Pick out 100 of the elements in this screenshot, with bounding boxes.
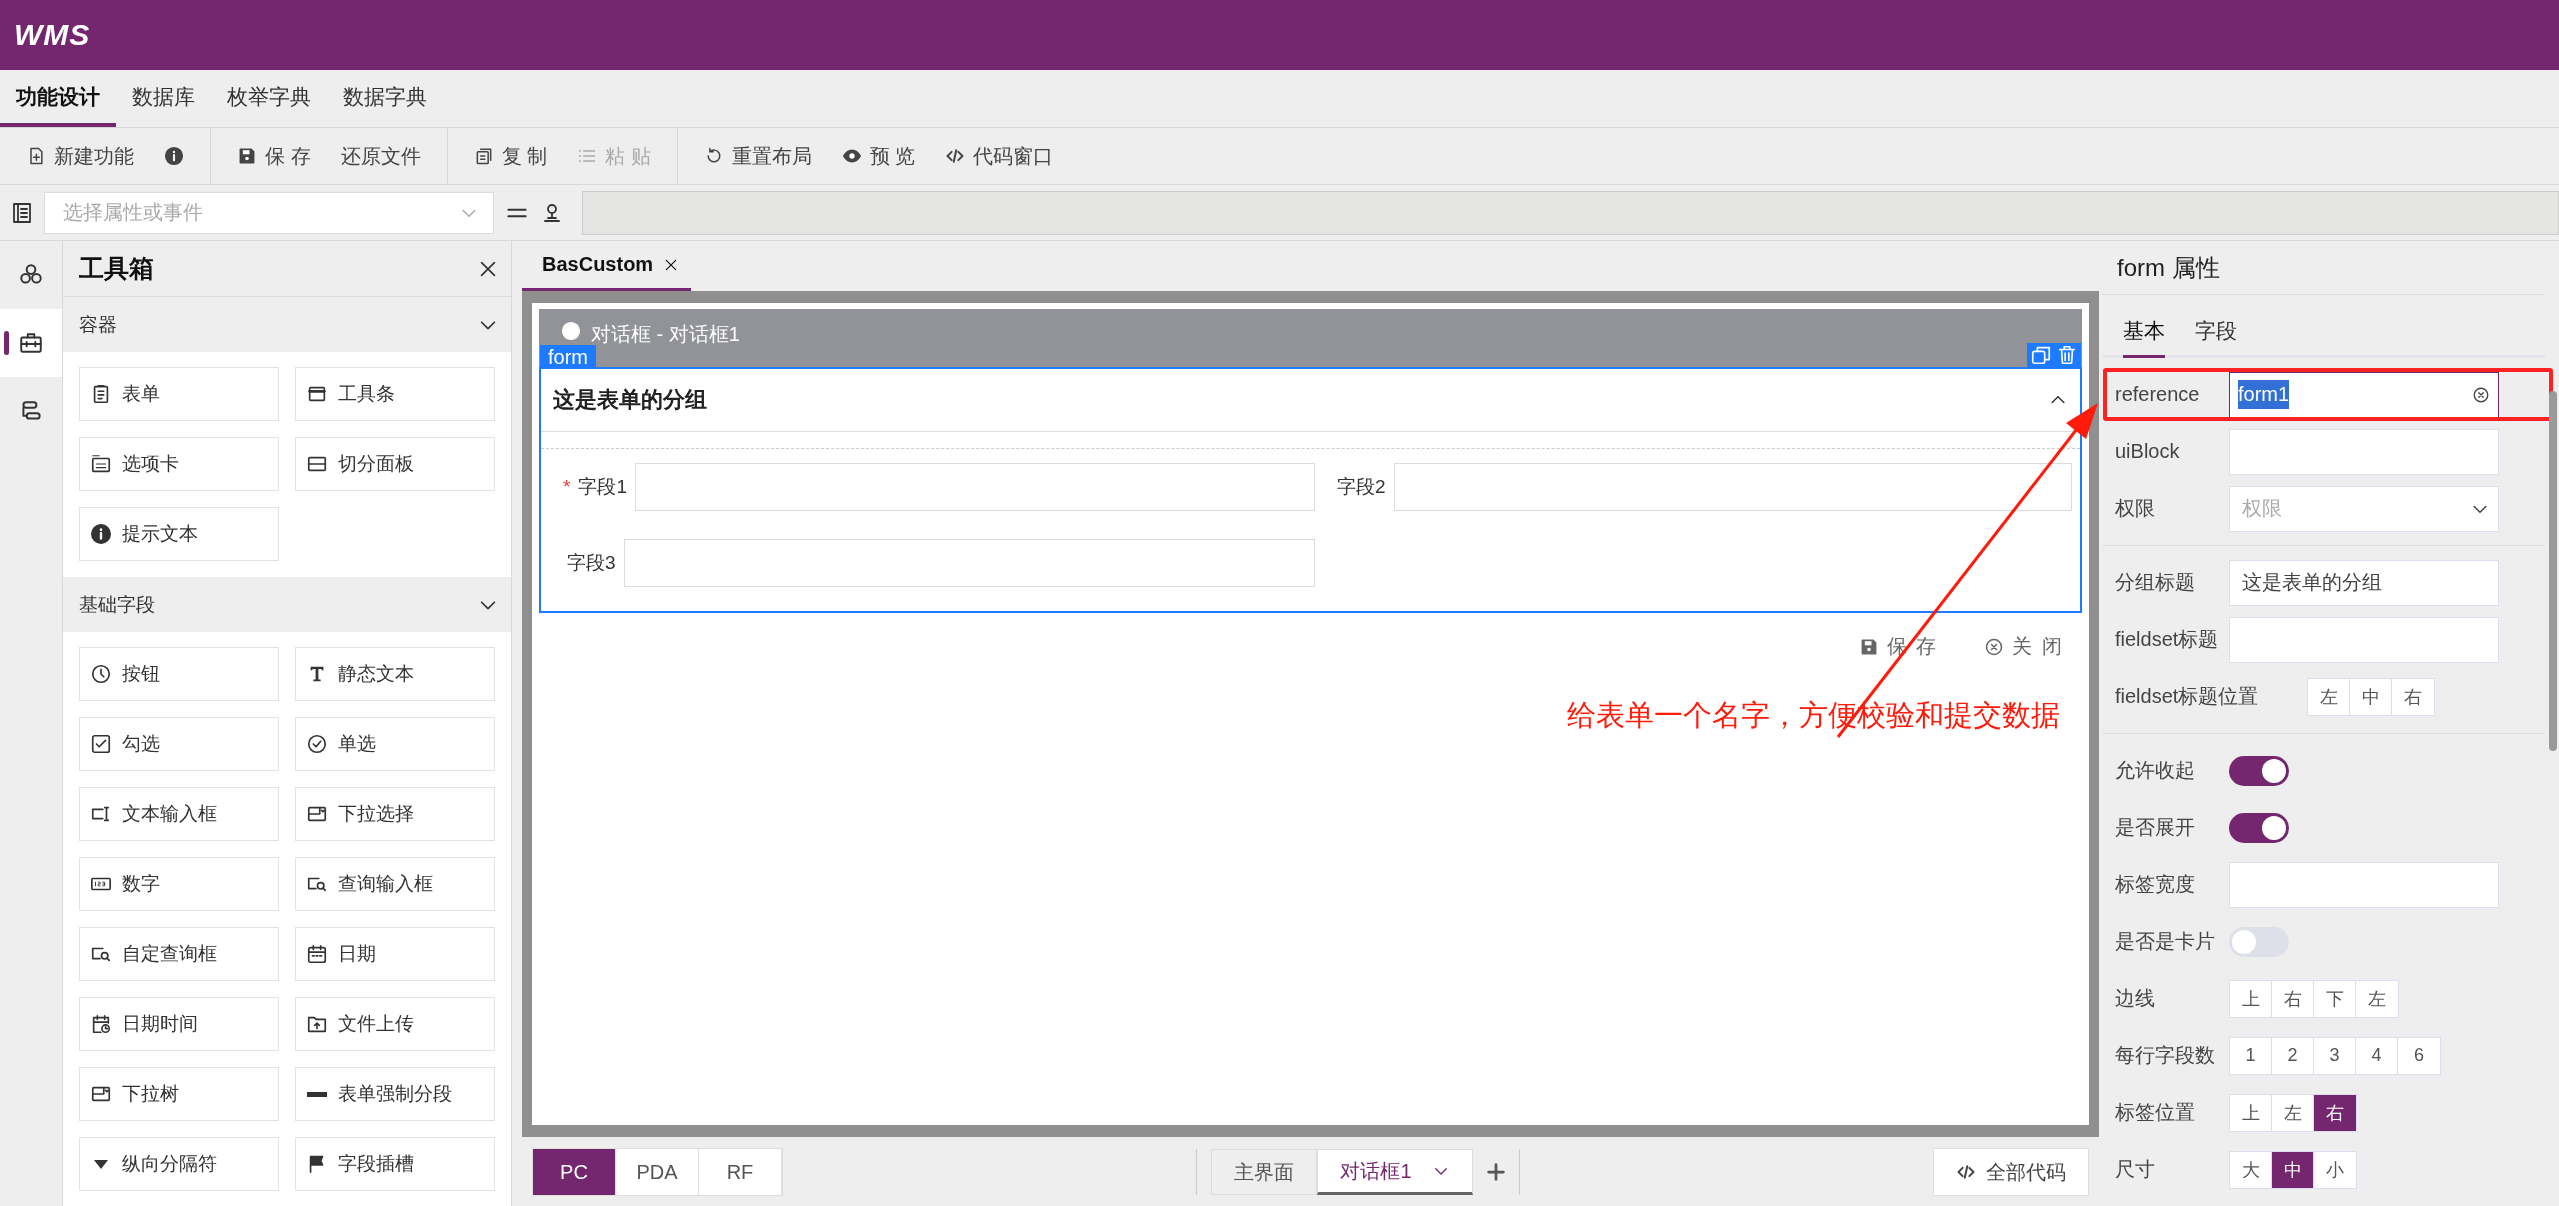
page-tab[interactable]: 对话框1: [1317, 1149, 1473, 1195]
toolbar-button[interactable]: 新建功能: [14, 136, 146, 176]
toolbox-item[interactable]: 数字: [79, 857, 279, 911]
toolbar-button[interactable]: 复 制: [461, 136, 560, 176]
platform-tab[interactable]: PDA: [616, 1149, 699, 1195]
toolbox-item[interactable]: 工具条: [295, 367, 495, 421]
annotation-text: 给表单一个名字，方便校验和提交数据: [1567, 698, 2060, 733]
menu-tab[interactable]: 数据库: [116, 70, 211, 127]
caret-down-icon: [94, 1159, 108, 1169]
input-field[interactable]: [1393, 463, 2072, 511]
scrollbar[interactable]: [2549, 391, 2557, 751]
segment-option[interactable]: 4: [2356, 1037, 2398, 1074]
segment-option[interactable]: 右: [2392, 678, 2434, 715]
input-field[interactable]: [635, 463, 1315, 511]
toolbox-item[interactable]: 提示文本: [79, 507, 279, 561]
dialog-title: 对话框 - 对话框1: [591, 322, 740, 347]
toolbox-item[interactable]: 字段插槽: [295, 1137, 495, 1191]
segment-option[interactable]: 右: [2314, 1094, 2356, 1131]
input-field[interactable]: [2229, 616, 2499, 663]
close-circle-icon: [1984, 636, 2005, 657]
toggle-switch[interactable]: [2229, 926, 2289, 957]
toolbar-button[interactable]: 还原文件: [328, 136, 433, 176]
calendar-clock-icon: [90, 1013, 112, 1035]
all-code-button[interactable]: 全部代码: [1933, 1148, 2089, 1196]
platform-tab[interactable]: PC: [533, 1149, 616, 1195]
form-container[interactable]: 这是表单的分组 * 字段1 字段2 字段3: [539, 367, 2082, 613]
toolbox-item[interactable]: 自定查询框: [79, 927, 279, 981]
segment-option[interactable]: 上: [2230, 980, 2272, 1017]
platform-tab[interactable]: RF: [699, 1149, 782, 1195]
page-tab[interactable]: 主界面: [1211, 1149, 1318, 1195]
panel-title: form 属性: [2117, 252, 2220, 283]
toolbox-item[interactable]: 下拉选择: [295, 787, 495, 841]
form-badge: form: [540, 345, 596, 369]
toolbar-button[interactable]: 保 存: [225, 136, 323, 176]
input-field[interactable]: 这是表单的分组: [2229, 559, 2499, 606]
toolbox-item[interactable]: 静态文本: [295, 647, 495, 701]
segment-option[interactable]: 中: [2350, 678, 2392, 715]
menu-tab[interactable]: 功能设计: [0, 70, 116, 127]
toolbox-item[interactable]: 日期: [295, 927, 495, 981]
code-icon: [1956, 1162, 1976, 1182]
toolbox-item[interactable]: 文本输入框: [79, 787, 279, 841]
toggle-switch[interactable]: [2229, 812, 2289, 843]
input-field[interactable]: [2229, 428, 2499, 475]
toolbox-item[interactable]: 文件上传: [295, 997, 495, 1051]
dialog-button[interactable]: 保 存: [1858, 633, 1939, 660]
property-label: 分组标题: [2115, 570, 2196, 595]
property-label: 是否展开: [2115, 815, 2196, 840]
menu-tab[interactable]: 枚举字典: [211, 70, 327, 127]
property-label: 边线: [2115, 986, 2156, 1011]
segment-option[interactable]: 中: [2272, 1151, 2314, 1188]
segment-option[interactable]: 左: [2356, 980, 2398, 1017]
toolbox-item[interactable]: 表单: [79, 367, 279, 421]
toolbox-item[interactable]: 表单强制分段: [295, 1067, 495, 1121]
menu-tab[interactable]: 数据字典: [327, 70, 443, 127]
segment-option[interactable]: 上: [2230, 1094, 2272, 1131]
toolbar-button[interactable]: 重置布局: [691, 136, 824, 176]
toolbox-item[interactable]: 单选: [295, 717, 495, 771]
notebook-icon: [10, 200, 34, 225]
segment-option[interactable]: 右: [2272, 980, 2314, 1017]
toolbar-button[interactable]: 预 览: [829, 136, 928, 176]
field-label: 字段1: [578, 475, 627, 499]
segment-option[interactable]: 1: [2230, 1037, 2272, 1074]
segment-option[interactable]: 小: [2314, 1151, 2356, 1188]
toolbox-item[interactable]: 勾选: [79, 717, 279, 771]
panel-title: 工具箱: [79, 253, 154, 284]
property-label: 每行字段数: [2115, 1043, 2216, 1068]
toolbox-item[interactable]: 纵向分隔符: [79, 1137, 279, 1191]
sidebar-tab[interactable]: [0, 309, 62, 377]
close-circle-icon: [2472, 385, 2490, 404]
property-tab[interactable]: 字段: [2195, 317, 2237, 358]
segment-option[interactable]: 6: [2398, 1037, 2440, 1074]
input-field[interactable]: form1: [2229, 371, 2499, 418]
toolbox-item[interactable]: 按钮: [79, 647, 279, 701]
section-title: 基础字段: [79, 592, 155, 617]
dialog-button[interactable]: 关 闭: [1984, 633, 2064, 660]
segment-option[interactable]: 下: [2314, 980, 2356, 1017]
section-title: 容器: [79, 312, 117, 337]
segment-option[interactable]: 2: [2272, 1037, 2314, 1074]
toolbox-item[interactable]: 查询输入框: [295, 857, 495, 911]
field-label: 字段3: [567, 551, 616, 575]
toolbox-item[interactable]: 下拉树: [79, 1067, 279, 1121]
toolbox-item[interactable]: 切分面板: [295, 437, 495, 491]
property-tab[interactable]: 基本: [2123, 317, 2165, 358]
dash-icon: [307, 1091, 327, 1097]
toggle-switch[interactable]: [2229, 755, 2289, 786]
toolbar-button[interactable]: 代码窗口: [933, 136, 1066, 176]
property-label: 是否是卡片: [2115, 929, 2216, 954]
tab-icon: [90, 453, 112, 475]
save-icon: [237, 146, 257, 166]
property-label: reference: [2115, 383, 2201, 406]
toolbox-item[interactable]: 选项卡: [79, 437, 279, 491]
segment-option[interactable]: 3: [2314, 1037, 2356, 1074]
eye-icon: [841, 146, 862, 166]
segment-option[interactable]: 左: [2308, 678, 2350, 715]
code-icon: [945, 146, 966, 166]
expression-field[interactable]: [582, 190, 2559, 235]
toolbox-item[interactable]: 日期时间: [79, 997, 279, 1051]
input-field[interactable]: [623, 539, 1315, 587]
app-logo: WMS: [14, 18, 91, 52]
input-field[interactable]: [2229, 861, 2499, 908]
